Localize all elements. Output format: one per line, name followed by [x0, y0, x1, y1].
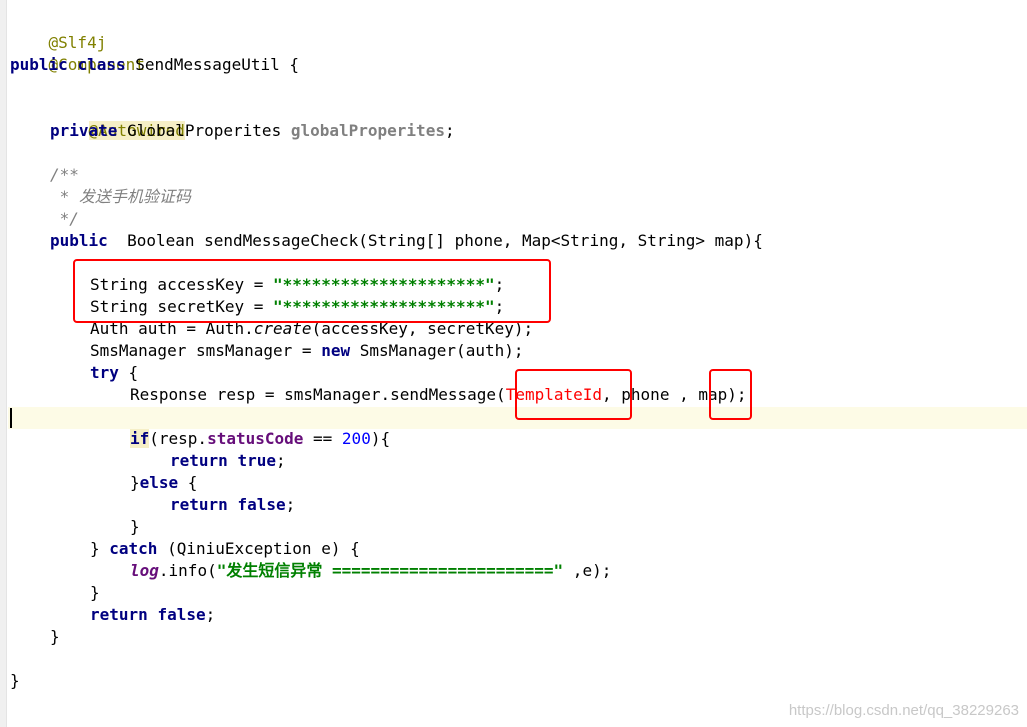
code-line-18: Response resp = smsManager.sendMessage(T… [130, 384, 747, 406]
keyword-if: if [130, 429, 150, 448]
info-args-end: ,e); [563, 561, 612, 580]
statement-end: ; [205, 605, 216, 624]
send-message-call: Response resp = smsManager.sendMessage( [130, 385, 506, 404]
field-global-properites: globalProperites [290, 121, 445, 140]
doc-comment-body: * 发送手机验证码 [50, 187, 191, 206]
keyword-false: false [157, 605, 206, 624]
if-condition-end: ){ [370, 429, 391, 448]
statement-end: ; [285, 495, 296, 514]
log-variable: log [130, 561, 159, 580]
statement-end: ; [275, 451, 286, 470]
editor-gutter [0, 0, 7, 727]
code-line-25: } catch (QiniuException e) { [90, 538, 360, 560]
number-200: 200 [341, 429, 371, 448]
block-close: } [90, 539, 110, 558]
code-line-26: log.info("发生短信异常 =======================… [130, 560, 611, 582]
statement-end: ; [444, 121, 455, 140]
sms-manager-ctor: SmsManager(auth); [350, 341, 524, 360]
code-line-1: @Slf4j [10, 10, 107, 52]
catch-clause: (QiniuException e) { [157, 539, 360, 558]
keyword-public: public [50, 231, 108, 250]
code-line-28: return false; [90, 604, 215, 626]
field-status-code: statusCode [207, 429, 304, 448]
if-condition-start: (resp. [149, 429, 208, 448]
keyword-new: new [321, 341, 351, 360]
keyword-else: else [139, 473, 179, 492]
info-call: .info( [158, 561, 217, 580]
keyword-return: return [170, 495, 228, 514]
code-line-22: }else { [130, 472, 197, 494]
keyword-try: try [90, 363, 119, 382]
code-line-6: private GlobalProperites globalProperite… [50, 120, 455, 142]
code-line-23: return false; [170, 494, 295, 516]
code-line-16: SmsManager smsManager = new SmsManager(a… [90, 340, 523, 362]
code-line-11: public Boolean sendMessageCheck(String[]… [50, 230, 763, 252]
doc-comment-end: */ [50, 209, 79, 228]
operator-equals: == [303, 429, 342, 448]
keyword-public: public [10, 55, 68, 74]
keyword-return: return [170, 451, 228, 470]
code-line-2: @Component [10, 32, 145, 74]
code-line-31: } [10, 671, 20, 690]
code-line-27: } [90, 583, 100, 602]
text-caret [10, 408, 12, 428]
watermark-url: https://blog.csdn.net/qq_38229263 [788, 702, 1019, 719]
code-line-29: } [50, 627, 60, 646]
block-open: { [178, 473, 198, 492]
field-type: GlobalProperites [117, 121, 291, 140]
keyword-private: private [50, 121, 118, 140]
method-signature: Boolean sendMessageCheck(String[] phone,… [107, 231, 763, 250]
class-declaration: SendMessageUtil { [125, 55, 299, 74]
code-line-21: return true; [170, 450, 286, 472]
log-message-string: "发生短信异常 =======================" [216, 561, 564, 580]
highlight-box-keys [73, 259, 551, 323]
keyword-return: return [90, 605, 148, 624]
code-line-24: } [130, 517, 140, 536]
code-editor[interactable]: @Slf4j @Component public class SendMessa… [0, 0, 1027, 727]
code-line-20: if(resp.statusCode == 200){ [130, 428, 390, 450]
doc-comment-start: /** [50, 165, 79, 184]
highlight-box-map [709, 369, 752, 420]
keyword-catch: catch [109, 539, 158, 558]
sms-manager-decl: SmsManager smsManager = [90, 341, 322, 360]
highlight-box-template-id [515, 369, 632, 420]
block-open: { [118, 363, 139, 382]
code-line-3: public class SendMessageUtil { [10, 54, 299, 76]
keyword-true: true [237, 451, 276, 470]
keyword-class: class [77, 55, 126, 74]
keyword-false: false [237, 495, 286, 514]
code-line-5: @Autowired [50, 98, 185, 140]
code-line-17: try { [90, 362, 138, 384]
block-close: } [130, 473, 140, 492]
